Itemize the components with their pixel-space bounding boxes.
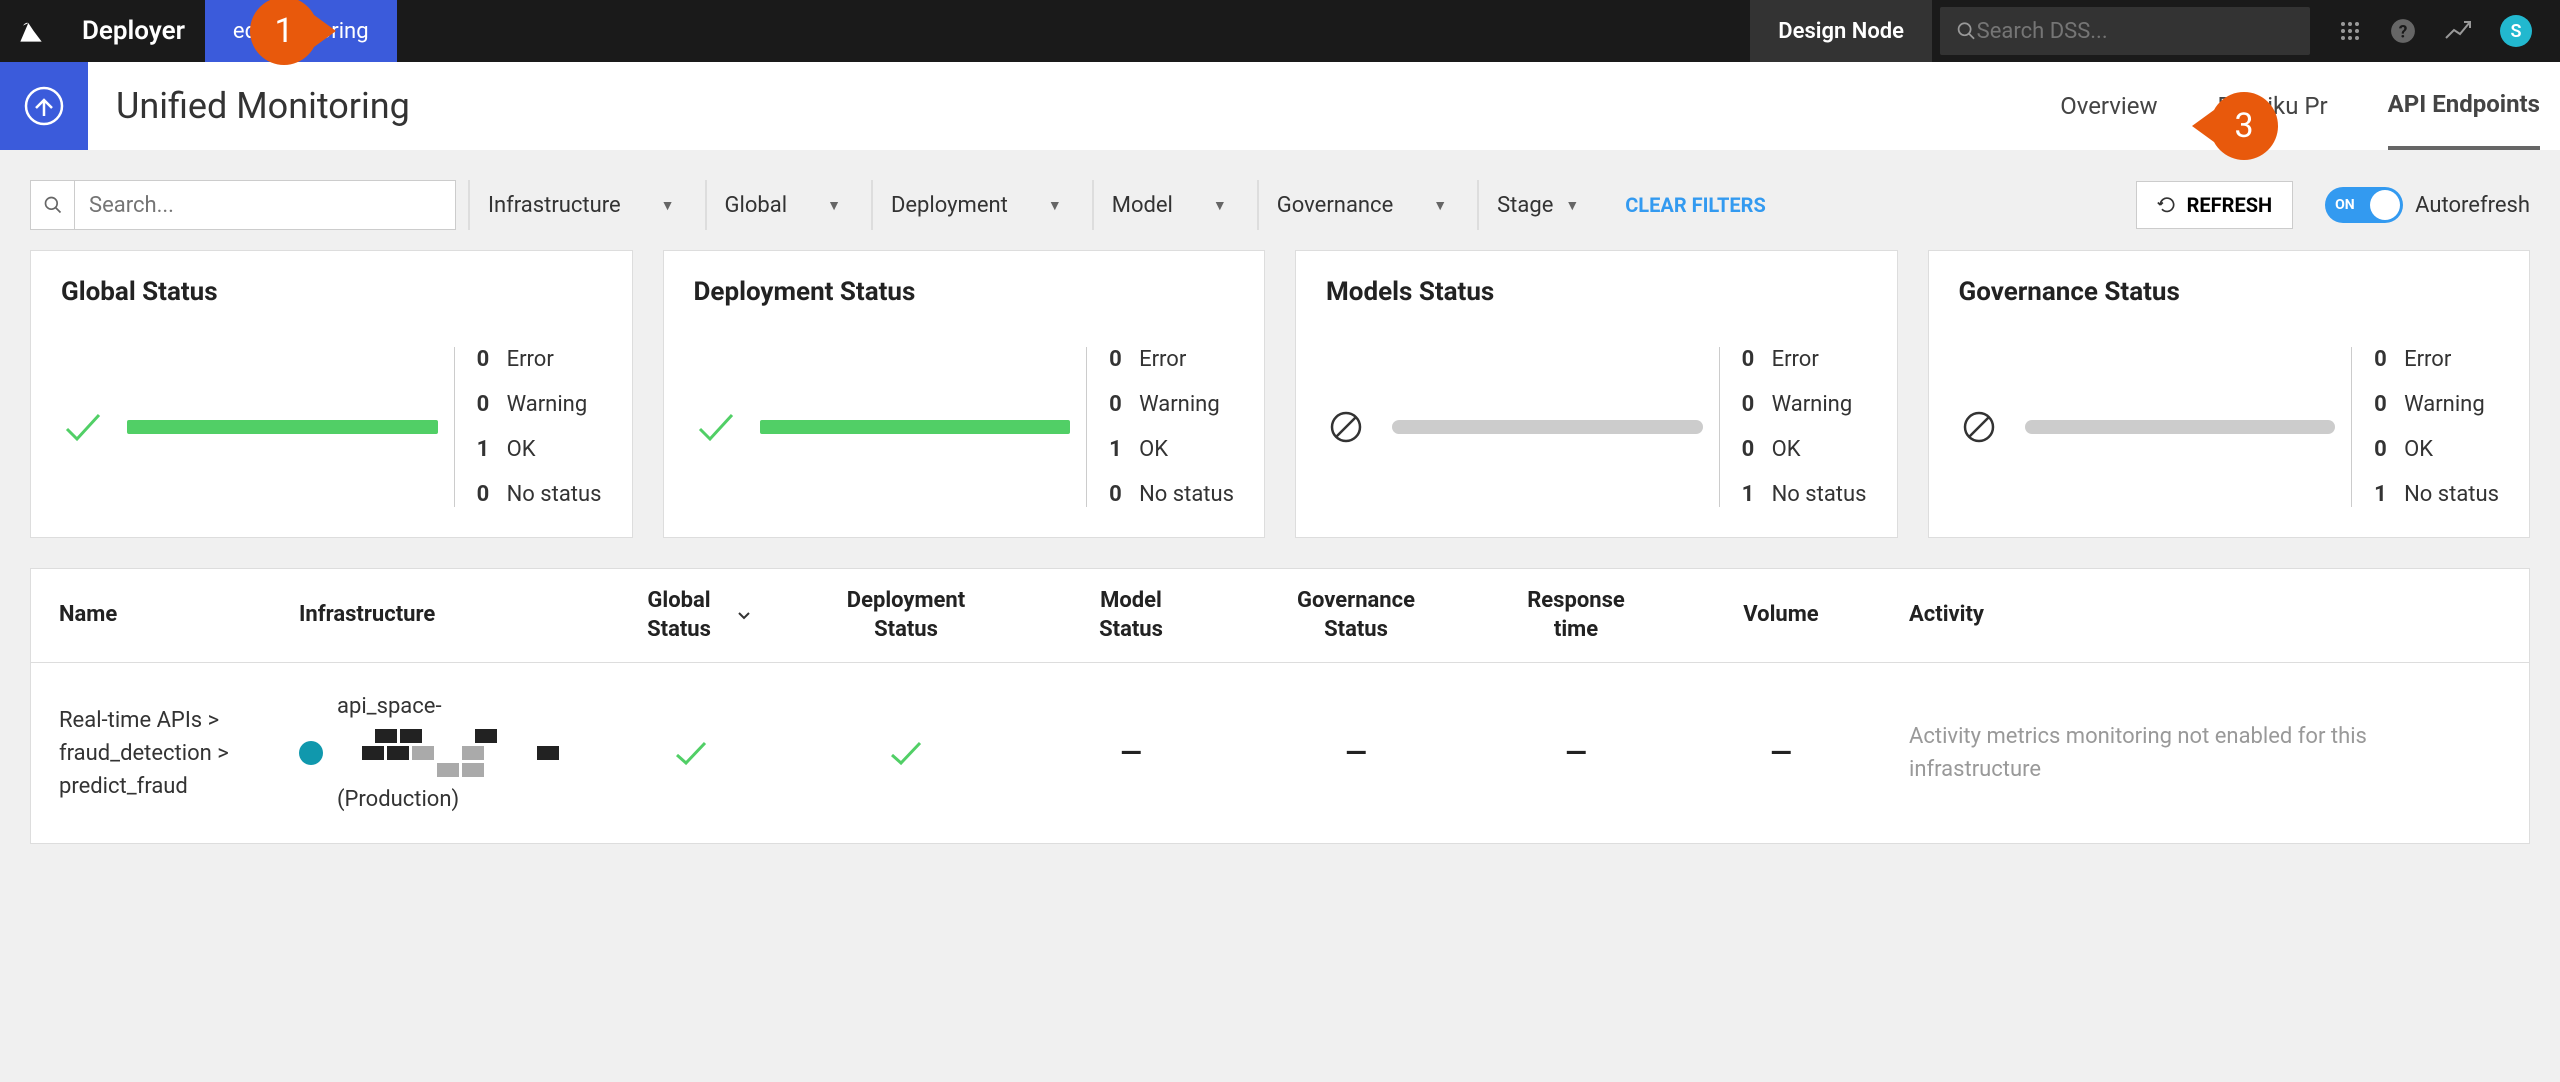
trend-icon[interactable] (2444, 20, 2472, 42)
caret-down-icon: ▼ (661, 197, 675, 214)
status-bar (2025, 420, 2336, 434)
th-activity[interactable]: Activity (1881, 587, 2529, 644)
table-row[interactable]: Real-time APIs > fraud_detection > predi… (31, 663, 2529, 843)
cell-model-status: — (1021, 732, 1241, 774)
empty-icon (1326, 407, 1376, 447)
tab-api-endpoints[interactable]: API Endpoints (2388, 62, 2540, 150)
card-models-status: Models Status 0Error 0Warning 0OK 1No st… (1295, 250, 1898, 538)
topnav-icons: ? S (2310, 15, 2560, 47)
page-title: Unified Monitoring (88, 85, 2060, 127)
status-bar (760, 420, 1071, 434)
cell-deployment-status (791, 739, 1021, 767)
check-icon (888, 739, 924, 767)
caret-down-icon: ▼ (1565, 197, 1579, 214)
redacted-text (337, 729, 559, 777)
filter-global[interactable]: Global▼ (705, 180, 859, 230)
svg-text:?: ? (2399, 23, 2408, 43)
filter-stage[interactable]: Stage▼ (1477, 180, 1597, 230)
autorefresh-label: Autorefresh (2415, 193, 2530, 218)
table-header-row: Name Infrastructure Global Status Deploy… (31, 569, 2529, 663)
th-name[interactable]: Name (31, 587, 271, 644)
filter-deployment[interactable]: Deployment▼ (871, 180, 1080, 230)
caret-down-icon: ▼ (1213, 197, 1227, 214)
cell-infrastructure: api_space- (Production) (271, 690, 591, 816)
cell-global-status (591, 739, 791, 767)
brand-logo-icon[interactable] (0, 0, 62, 62)
design-node-button[interactable]: Design Node (1750, 0, 1932, 62)
cell-activity: Activity metrics monitoring not enabled … (1881, 720, 2529, 786)
table-search-input[interactable] (75, 181, 455, 229)
status-legend: 0Error 0Warning 0OK 1No status (2351, 347, 2499, 507)
caret-down-icon: ▼ (1048, 197, 1062, 214)
clear-filters-link[interactable]: CLEAR FILTERS (1609, 192, 1782, 218)
caret-down-icon: ▼ (1433, 197, 1447, 214)
global-search[interactable] (1940, 7, 2310, 55)
filter-infrastructure[interactable]: Infrastructure▼ (468, 180, 693, 230)
th-volume[interactable]: Volume (1681, 587, 1881, 644)
autorefresh-toggle[interactable]: ON (2325, 187, 2403, 223)
card-global-status: Global Status 0Error 0Warning 1OK 0No st… (30, 250, 633, 538)
infra-type-icon (299, 741, 323, 765)
autorefresh-toggle-wrap: ON Autorefresh (2325, 187, 2530, 223)
th-model-status[interactable]: Model Status (1021, 587, 1241, 644)
cell-governance-status: — (1241, 732, 1471, 774)
status-bar (127, 420, 438, 434)
th-response-time[interactable]: Response time (1471, 587, 1681, 644)
status-legend: 0Error 0Warning 1OK 0No status (1086, 347, 1234, 507)
status-legend: 0Error 0Warning 0OK 1No status (1719, 347, 1867, 507)
callout-badge-3: 3 (2210, 92, 2278, 160)
page-icon (0, 62, 88, 150)
check-icon (61, 409, 111, 445)
global-search-input[interactable] (1977, 19, 2294, 44)
refresh-icon (2157, 195, 2177, 215)
endpoints-table: Name Infrastructure Global Status Deploy… (30, 568, 2530, 844)
th-infrastructure[interactable]: Infrastructure (271, 587, 591, 644)
card-governance-status: Governance Status 0Error 0Warning 0OK 1N… (1928, 250, 2531, 538)
status-cards-row: Global Status 0Error 0Warning 1OK 0No st… (0, 250, 2560, 568)
th-global-status[interactable]: Global Status (591, 587, 791, 644)
cell-response-time: — (1471, 732, 1681, 774)
page-tabs: Overview Dataiku Pr API Endpoints (2060, 62, 2560, 150)
help-icon[interactable]: ? (2390, 18, 2416, 44)
empty-icon (1959, 407, 2009, 447)
card-deployment-status: Deployment Status 0Error 0Warning 1OK 0N… (663, 250, 1266, 538)
search-icon (1956, 20, 1977, 42)
status-bar (1392, 420, 1703, 434)
user-avatar[interactable]: S (2500, 15, 2532, 47)
refresh-button[interactable]: REFRESH (2136, 181, 2294, 229)
callout-badge-1: 1 (250, 0, 318, 65)
apps-icon[interactable] (2338, 19, 2362, 43)
filter-model[interactable]: Model▼ (1092, 180, 1245, 230)
page-header: Unified Monitoring Overview Dataiku Pr A… (0, 62, 2560, 150)
tab-overview[interactable]: Overview (2060, 62, 2157, 150)
cell-name: Real-time APIs > fraud_detection > predi… (31, 704, 271, 803)
status-legend: 0Error 0Warning 1OK 0No status (454, 347, 602, 507)
check-icon (694, 409, 744, 445)
top-nav: Deployer 1 ed Monitoring Design Node ? S (0, 0, 2560, 62)
check-icon (673, 739, 709, 767)
th-governance-status[interactable]: Governance Status (1241, 587, 1471, 644)
caret-down-icon: ▼ (827, 197, 841, 214)
th-deployment-status[interactable]: Deployment Status (791, 587, 1021, 644)
sort-icon (735, 607, 753, 625)
table-search (30, 180, 456, 230)
filter-governance[interactable]: Governance▼ (1257, 180, 1465, 230)
search-icon (31, 181, 75, 229)
filter-bar: Infrastructure▼ Global▼ Deployment▼ Mode… (0, 150, 2560, 250)
brand-name[interactable]: Deployer (62, 16, 205, 46)
cell-volume: — (1681, 732, 1881, 774)
